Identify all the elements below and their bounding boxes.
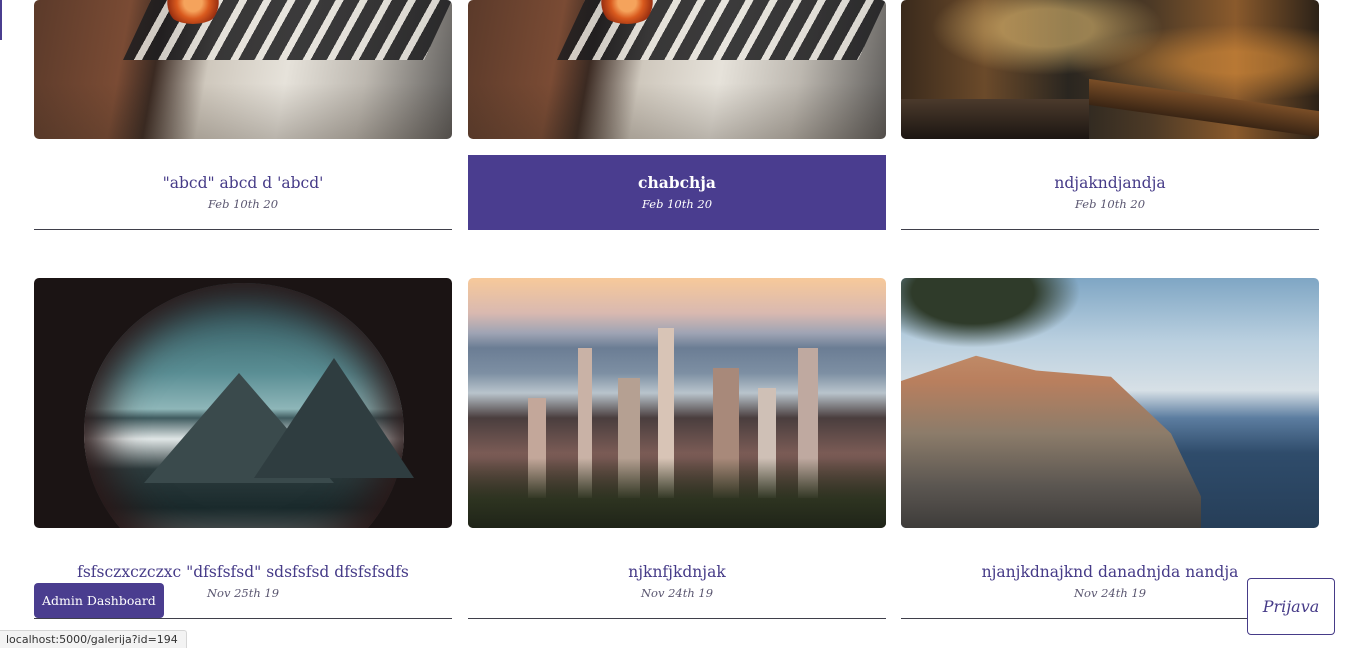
card-title[interactable]: ndjakndjandja [1054,173,1165,193]
card-title[interactable]: chabchja [638,173,716,193]
admin-dashboard-button[interactable]: Admin Dashboard [34,583,164,618]
gallery-card[interactable]: fsfsczxczczxc "dfsfsfsd" sdsfsfsd dfsfsf… [34,278,452,619]
card-caption[interactable]: "abcd" abcd d 'abcd' Feb 10th 20 [34,155,452,230]
card-caption-hovered[interactable]: chabchja Feb 10th 20 [468,155,886,230]
card-date: Nov 25th 19 [206,586,280,600]
gallery-card[interactable]: njanjkdnajknd danadnjda nandja Nov 24th … [901,278,1319,619]
status-bar-url: localhost:5000/galerija?id=194 [0,630,187,648]
piano-flower-photo[interactable] [468,0,886,139]
coastal-village-photo[interactable] [901,278,1319,528]
gallery-card[interactable]: ndjakndjandja Feb 10th 20 [901,0,1319,230]
card-date: Feb 10th 20 [207,197,279,211]
card-title[interactable]: njknfjkdnjak [628,562,725,582]
card-title[interactable]: fsfsczxczczxc "dfsfsfsd" sdsfsfsd dfsfsf… [77,562,409,582]
city-skyline-photo[interactable] [468,278,886,528]
card-date: Nov 24th 19 [640,586,714,600]
mountain-porthole-photo[interactable] [34,278,452,528]
gallery-page: "abcd" abcd d 'abcd' Feb 10th 20 chabchj… [0,0,1349,648]
gallery-card[interactable]: njknfjkdnjak Nov 24th 19 [468,278,886,619]
bar-interior-photo[interactable] [901,0,1319,139]
card-title[interactable]: njanjkdnajknd danadnjda nandja [982,562,1239,582]
gallery-card[interactable]: "abcd" abcd d 'abcd' Feb 10th 20 [34,0,452,230]
scroll-accent-bar [0,0,2,40]
card-date: Feb 10th 20 [1074,197,1146,211]
card-title[interactable]: "abcd" abcd d 'abcd' [163,173,324,193]
card-date: Feb 10th 20 [641,197,713,211]
card-caption[interactable]: njknfjkdnjak Nov 24th 19 [468,544,886,619]
login-button[interactable]: Prijava [1247,578,1335,635]
gallery-card[interactable]: chabchja Feb 10th 20 [468,0,886,230]
piano-flower-photo[interactable] [34,0,452,139]
card-caption[interactable]: ndjakndjandja Feb 10th 20 [901,155,1319,230]
card-date: Nov 24th 19 [1073,586,1147,600]
